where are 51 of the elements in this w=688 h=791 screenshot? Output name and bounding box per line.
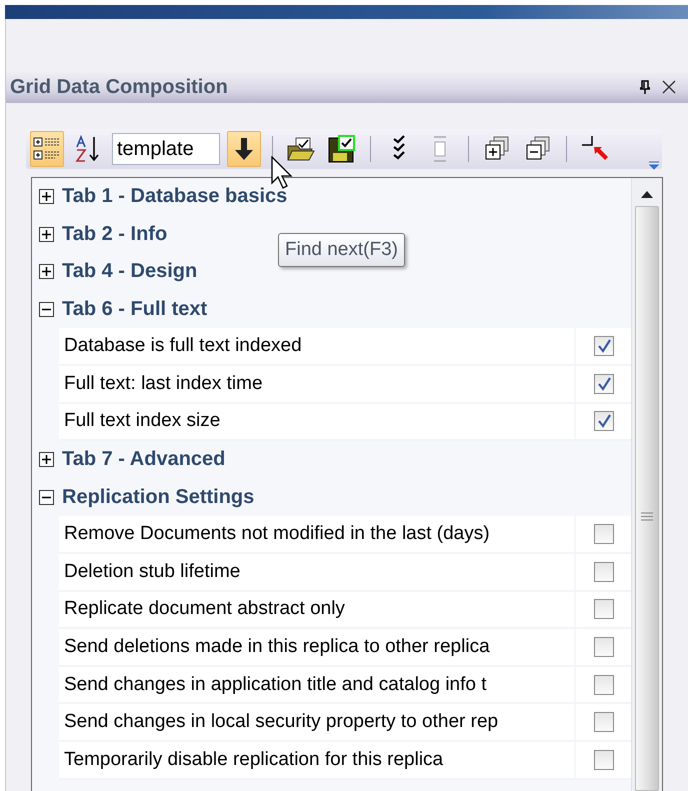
- collapse-icon[interactable]: [39, 302, 54, 318]
- checkbox[interactable]: [594, 712, 614, 732]
- down-arrow-icon: [234, 137, 254, 161]
- find-next-button[interactable]: [227, 131, 261, 167]
- categorized-button[interactable]: [30, 131, 64, 167]
- property-label: Full text index size: [59, 404, 574, 440]
- checkbox[interactable]: [594, 674, 614, 695]
- property-label: Remove Documents not modified in the last (days): [59, 516, 574, 552]
- group-title[interactable]: Tab 1 - Database basics: [62, 185, 288, 208]
- collapse-all-icon: [525, 136, 551, 162]
- property-label: Send deletions made in this replica to other replica: [59, 629, 574, 665]
- property-label: Send changes in application title and catalog info t: [59, 666, 574, 702]
- checkbox[interactable]: [594, 336, 614, 356]
- pin-icon[interactable]: [640, 80, 650, 94]
- group-title[interactable]: Tab 2 - Info: [62, 222, 168, 246]
- save-check-icon: [328, 135, 356, 163]
- expand-icon[interactable]: [39, 264, 54, 280]
- panel-title: Grid Data Composition: [10, 76, 228, 98]
- close-icon[interactable]: [662, 80, 676, 94]
- tooltip: Find next(F3): [278, 233, 405, 267]
- checkbox[interactable]: [594, 411, 614, 432]
- property-label: Database is full text indexed: [59, 328, 574, 364]
- group-title[interactable]: Tab 6 - Full text: [62, 298, 208, 322]
- scroll-thumb[interactable]: [635, 206, 659, 791]
- overflow-icon[interactable]: [648, 161, 660, 171]
- scroll-up-icon[interactable]: [641, 190, 653, 198]
- checkbox[interactable]: [594, 562, 614, 582]
- checkbox[interactable]: [594, 750, 614, 770]
- collapse-icon[interactable]: [39, 490, 54, 506]
- checkbox[interactable]: [594, 636, 614, 657]
- group-title[interactable]: Replication Settings: [62, 486, 254, 510]
- group-title[interactable]: Tab 7 - Advanced: [62, 448, 226, 472]
- expand-icon[interactable]: [39, 226, 54, 242]
- property-label: Send changes in local security property to other rep: [59, 704, 574, 740]
- categorized-list-icon: [33, 136, 61, 162]
- group-title[interactable]: Tab 4 - Design: [62, 260, 198, 284]
- property-label: Temporarily disable replication for this replica: [59, 742, 574, 778]
- pointer-icon: [580, 135, 610, 163]
- checkbox[interactable]: [594, 599, 614, 620]
- expand-all-icon: [484, 136, 510, 162]
- checkbox[interactable]: [594, 374, 614, 394]
- open-folder-icon: [286, 136, 316, 162]
- expand-icon[interactable]: [39, 189, 54, 204]
- frame-icon: [432, 135, 448, 163]
- scrollbar[interactable]: [631, 178, 662, 791]
- property-label: Full text: last index time: [59, 366, 574, 402]
- expand-icon[interactable]: [39, 452, 54, 468]
- checkbox[interactable]: [594, 524, 614, 544]
- property-label: Replicate document abstract only: [59, 592, 574, 628]
- search-field[interactable]: template: [112, 133, 220, 165]
- property-label: Deletion stub lifetime: [59, 554, 574, 590]
